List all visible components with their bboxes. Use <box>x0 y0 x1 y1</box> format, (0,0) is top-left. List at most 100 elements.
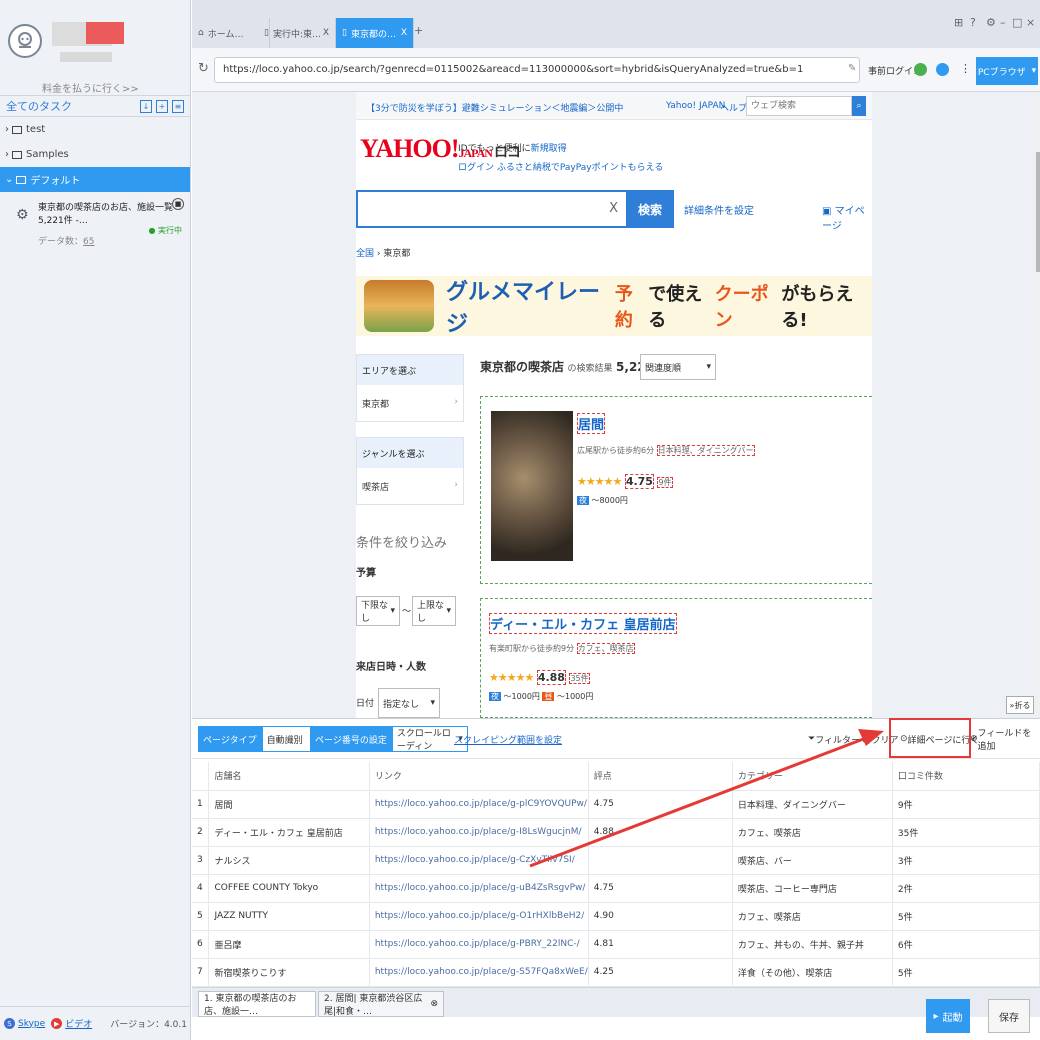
save-button[interactable]: 保存 <box>988 999 1030 1033</box>
result-card-2[interactable]: ディー・エル・カフェ 皇居前店 有楽町駅から徒歩約9分 カフェ、喫茶店 ★★★★… <box>480 598 872 718</box>
table-row[interactable]: 3 ナルシス https://loco.yahoo.co.jp/place/g-Cz… <box>192 846 1040 875</box>
fold-button[interactable]: » 折る <box>1006 696 1034 714</box>
chevron-right-icon: › <box>5 124 9 135</box>
close-tab-icon[interactable]: ⊗ <box>430 999 438 1009</box>
skype-icon[interactable]: S <box>4 1018 15 1029</box>
table-row[interactable]: 4 COFFEE COUNTY Tokyo https://loco.yahoo.c… <box>192 874 1040 903</box>
row-number: 2 <box>192 818 210 847</box>
mypage-link[interactable]: ▣ マイページ <box>822 202 872 232</box>
skype-link[interactable]: Skype <box>18 1019 45 1029</box>
signup-link[interactable]: 新規取得 <box>531 144 567 154</box>
sort-select[interactable]: 関連度順 ▾ <box>640 354 716 380</box>
add-task-icon[interactable]: + <box>156 99 168 113</box>
max-budget-select[interactable]: 上限なし ▾ <box>412 596 456 626</box>
folder-label: test <box>26 124 46 135</box>
search-icon[interactable]: ⌕ <box>852 96 866 116</box>
filter-button[interactable]: ⏷ フィルター <box>808 726 860 752</box>
page-tab-2[interactable]: 2. 居間| 東京都渋谷区広尾|和食・… ⊗ <box>318 991 444 1017</box>
category-text: カフェ、喫茶店 <box>576 643 635 654</box>
id-note: IDでもっと便利に新規取得 <box>458 141 567 154</box>
task-item[interactable]: ⚙ 東京都の喫茶店のお店、施設一覧 5,221件 -… データ数：65 ■ ● … <box>0 192 190 247</box>
gear-icon[interactable]: ⚙ <box>986 16 996 29</box>
edit-icon[interactable]: ✎ <box>848 63 856 74</box>
gourmet-mileage-banner[interactable]: グルメマイレージ 予約 で使える クーポン がもらえる! <box>356 276 872 337</box>
budget-label: 予算 <box>356 568 376 579</box>
table-cell: 新宿喫茶りこりす <box>208 958 370 987</box>
scroll-thumb[interactable] <box>1036 152 1040 272</box>
column-header[interactable]: 口コミ件数 <box>892 762 1040 791</box>
goto-detail-button[interactable]: ⊙ 詳細ページに行く <box>900 726 979 752</box>
close-tab-icon[interactable]: X <box>323 28 329 38</box>
status-blue-icon[interactable] <box>936 63 949 76</box>
download-icon[interactable]: ↓ <box>140 99 152 113</box>
new-tab-icon[interactable]: + <box>414 24 423 37</box>
review-count: 9件 <box>657 477 673 488</box>
web-search-input[interactable] <box>746 96 852 116</box>
data-count-value: 65 <box>83 237 95 247</box>
task-sidebar: 料金を払うに行く>> 全てのタスク ↓ + ≡ › test › Samples ⌄… <box>0 0 191 1040</box>
disaster-notice-link[interactable]: 【3分で防災を学ぼう】避難シミュレーション＜地震編＞公開中 <box>366 101 623 114</box>
date-select[interactable]: 指定なし ▾ <box>378 688 440 718</box>
paging-select[interactable]: ページ番号の設定 スクロールローディン ▾ <box>310 726 468 752</box>
folder-test[interactable]: › test <box>0 117 190 142</box>
result-card-1[interactable]: 居間 広尾駅から徒歩約6分 日本料理、ダイニングバー ★★★★★ 4.75 9件… <box>480 396 872 584</box>
column-header[interactable]: 店舗名 <box>208 762 370 791</box>
vertical-scrollbar[interactable] <box>1036 92 1040 718</box>
min-budget-select[interactable]: 下限なし ▾ <box>356 596 400 626</box>
column-header[interactable]: リンク <box>369 762 589 791</box>
close-icon[interactable]: × <box>1026 16 1035 29</box>
login-link[interactable]: ログイン <box>458 163 494 173</box>
reload-icon[interactable]: ↻ <box>198 61 209 76</box>
detail-settings-link[interactable]: 詳細条件を設定 <box>684 202 754 217</box>
clear-icon[interactable]: X <box>609 201 618 216</box>
price-dinner: ～1000円 <box>503 692 540 701</box>
table-row[interactable]: 2 ディー・エル・カフェ 皇居前店 https://loco.yahoo.co.jp… <box>192 818 1040 847</box>
url-input[interactable]: https://loco.yahoo.co.jp/search/?genrecd… <box>214 57 860 83</box>
breadcrumb-tokyo: 東京都 <box>383 249 411 259</box>
video-icon[interactable]: ▶ <box>51 1018 63 1029</box>
search-button[interactable]: 検索 <box>626 190 674 228</box>
stop-icon[interactable]: ■ <box>172 198 184 210</box>
genre-select[interactable]: 喫茶店 › <box>357 468 463 504</box>
import-icon[interactable]: ≡ <box>172 99 184 113</box>
scrape-range-link[interactable]: スクレイピング範囲を設定 <box>454 726 562 752</box>
video-link[interactable]: ビデオ <box>65 1017 92 1030</box>
help-link[interactable]: ヘルプ <box>720 101 747 114</box>
add-field-button[interactable]: ⊕ フィールドを追加 <box>970 726 1040 752</box>
table-cell: 4.88 <box>588 818 733 847</box>
help-icon[interactable]: ? <box>970 16 976 29</box>
tab-running[interactable]: ▯ 実行中:東… X <box>258 18 336 48</box>
close-tab-icon[interactable]: X <box>401 28 407 38</box>
shop-name-link[interactable]: ディー・エル・カフェ 皇居前店 <box>489 613 677 634</box>
column-header[interactable]: 評点 <box>588 762 733 791</box>
minimize-icon[interactable]: – <box>1000 16 1006 29</box>
start-button[interactable]: ▸ 起動 <box>926 999 970 1033</box>
yahoo-japan-link[interactable]: Yahoo! JAPAN <box>666 101 725 111</box>
pay-link[interactable]: 料金を払うに行く>> <box>42 80 139 95</box>
main-search-input[interactable]: X <box>356 190 626 228</box>
furusato-link[interactable]: ふるさと納税でPayPayポイントもらえる <box>497 163 663 173</box>
status-green-icon[interactable] <box>914 63 927 76</box>
page-type-select[interactable]: ページタイプ 自動識別▾ <box>198 726 322 752</box>
table-row[interactable]: 1 居間 https://loco.yahoo.co.jp/place/g-plC9… <box>192 790 1040 819</box>
gift-icon[interactable]: ⊞ <box>954 16 963 29</box>
clear-button[interactable]: 🗑 クリア <box>860 726 898 752</box>
area-select[interactable]: 東京都 › <box>357 385 463 421</box>
maximize-icon[interactable]: □ <box>1012 16 1022 29</box>
page-tab-1[interactable]: 1. 東京都の喫茶店のお店、施設一… <box>198 991 316 1017</box>
folder-samples[interactable]: › Samples <box>0 142 190 167</box>
folder-default[interactable]: ⌄ デフォルト <box>0 167 190 192</box>
table-row[interactable]: 6 亜呂摩 https://loco.yahoo.co.jp/place/g-PBR… <box>192 930 1040 959</box>
table-row[interactable]: 7 新宿喫茶りこりす https://loco.yahoo.co.jp/place/… <box>192 958 1040 987</box>
shop-name-link[interactable]: 居間 <box>577 413 606 434</box>
column-header[interactable]: カテゴリー <box>732 762 893 791</box>
table-row[interactable]: 5 JAZZ NUTTY https://loco.yahoo.co.jp/plac… <box>192 902 1040 931</box>
pc-browser-button[interactable]: PCブラウザ ▾ <box>976 57 1038 85</box>
account-blur <box>60 52 112 62</box>
breadcrumb-all[interactable]: 全国 <box>356 249 374 259</box>
avatar[interactable] <box>8 24 42 58</box>
shop-access: 有楽町駅から徒歩約9分 カフェ、喫茶店 <box>489 643 635 654</box>
all-tasks-title[interactable]: 全てのタスク <box>6 98 136 114</box>
more-icon[interactable]: ⋮ <box>960 62 971 75</box>
tab-current[interactable]: ▯ 東京都の… X <box>336 18 414 48</box>
